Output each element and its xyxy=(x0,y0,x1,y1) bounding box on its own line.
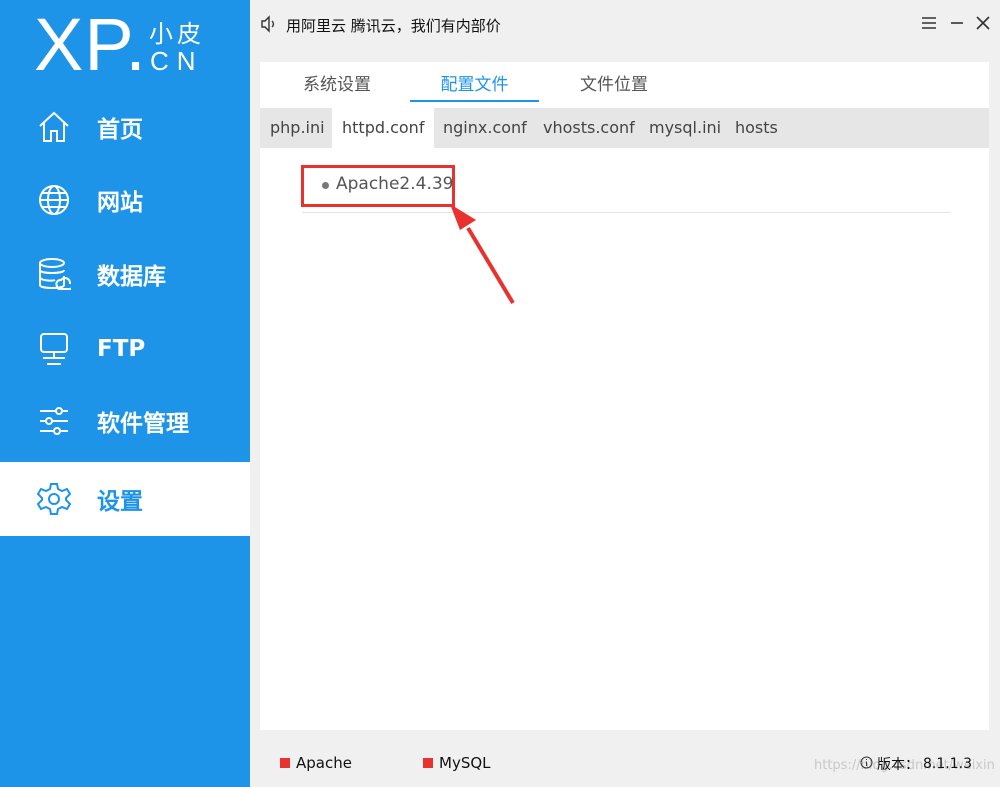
file-tab-nginx-conf[interactable]: nginx.conf xyxy=(433,108,537,148)
version-list-item: Apache2.4.39 xyxy=(301,165,950,213)
titlebar: 用阿里云 腾讯云，我们有内部价 xyxy=(250,0,1000,48)
status-dot xyxy=(423,758,433,768)
tab-system-settings[interactable]: 系统设置 xyxy=(288,70,386,100)
service-label: Apache xyxy=(296,754,352,772)
nav-label-software: 软件管理 xyxy=(97,411,189,437)
highlight-box xyxy=(301,165,455,207)
nav-label-home: 首页 xyxy=(97,117,143,143)
version-label: 版本： xyxy=(877,757,920,773)
logo-cn-bottom: CN xyxy=(150,46,204,76)
nav-item-settings[interactable]: 设置 xyxy=(0,462,250,536)
content-panel: 系统设置 配置文件 文件位置 php.ini httpd.conf nginx.… xyxy=(260,62,989,730)
menu-icon[interactable] xyxy=(918,12,940,34)
info-icon xyxy=(860,756,873,773)
file-tab-httpd-conf[interactable]: httpd.conf xyxy=(332,108,435,148)
file-tab-hosts[interactable]: hosts xyxy=(725,108,788,148)
config-file-tabs: php.ini httpd.conf nginx.conf vhosts.con… xyxy=(260,108,989,148)
settings-tabs: 系统设置 配置文件 文件位置 xyxy=(260,62,989,108)
nav-item-software[interactable]: 软件管理 xyxy=(0,384,250,458)
service-label: MySQL xyxy=(439,754,491,772)
version-number: 8.1.1.3 xyxy=(923,756,972,772)
nav-label-database: 数据库 xyxy=(97,264,166,290)
nav-label-settings: 设置 xyxy=(97,489,143,515)
status-dot xyxy=(280,758,290,768)
gear-icon xyxy=(36,481,72,517)
database-icon xyxy=(36,256,72,292)
sidebar: XP. 小皮 CN 首页 网站 数据库 FTP 软件管理 设置 xyxy=(0,0,250,787)
annotation-arrow xyxy=(450,204,515,305)
logo-cn-top: 小皮 xyxy=(149,20,205,48)
nav-item-ftp[interactable]: FTP xyxy=(0,312,250,386)
monitor-icon xyxy=(36,331,72,367)
service-apache[interactable]: Apache xyxy=(280,754,352,772)
file-tab-vhosts-conf[interactable]: vhosts.conf xyxy=(533,108,645,148)
nav-item-database[interactable]: 数据库 xyxy=(0,237,250,311)
nav-item-home[interactable]: 首页 xyxy=(0,90,250,164)
speaker-icon xyxy=(260,15,278,37)
logo-xp: XP. xyxy=(34,3,147,86)
nav-label-ftp: FTP xyxy=(97,336,146,362)
close-icon[interactable] xyxy=(972,12,994,34)
status-bar: Apache MySQL https://blog.csdn.net/weixi… xyxy=(250,740,1000,787)
file-tab-php-ini[interactable]: php.ini xyxy=(260,108,335,148)
file-tab-mysql-ini[interactable]: mysql.ini xyxy=(639,108,731,148)
nav-item-website[interactable]: 网站 xyxy=(0,163,250,237)
minimize-icon[interactable] xyxy=(946,12,968,34)
home-icon xyxy=(36,109,72,145)
nav-label-website: 网站 xyxy=(97,190,143,216)
service-mysql[interactable]: MySQL xyxy=(423,754,491,772)
tab-file-location[interactable]: 文件位置 xyxy=(566,70,662,100)
version-info: 版本： 8.1.1.3 xyxy=(860,754,972,774)
globe-icon xyxy=(36,182,72,218)
ad-notice[interactable]: 用阿里云 腾讯云，我们有内部价 xyxy=(286,15,501,36)
tab-config-files[interactable]: 配置文件 xyxy=(410,70,539,102)
logo: XP. 小皮 CN xyxy=(34,3,224,86)
sliders-icon xyxy=(36,403,72,439)
